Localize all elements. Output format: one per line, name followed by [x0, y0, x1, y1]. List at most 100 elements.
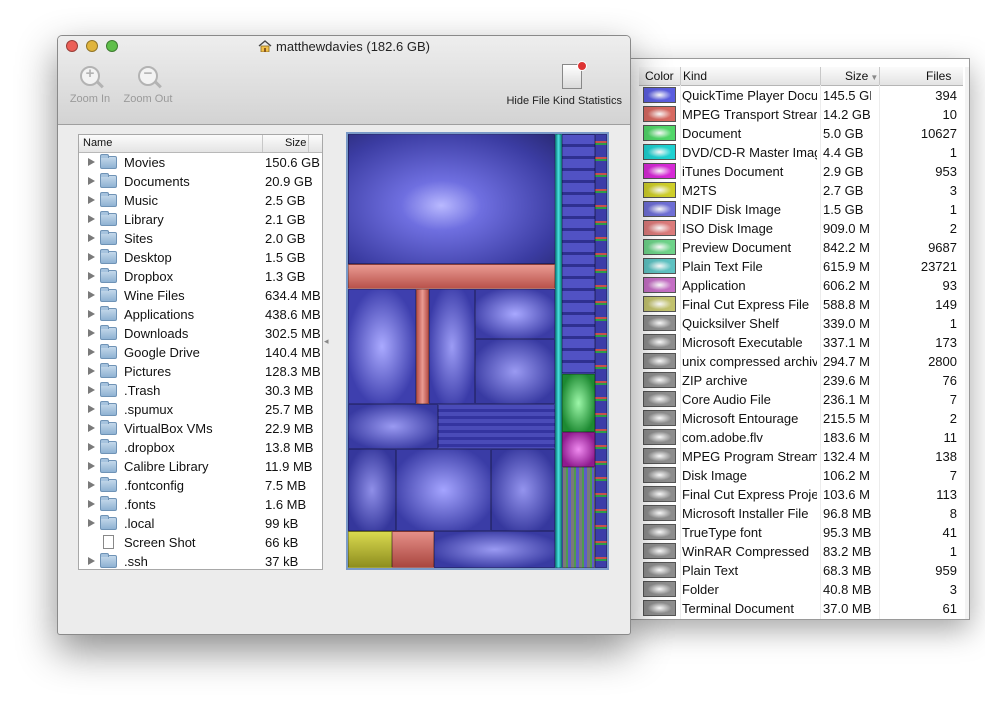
- treemap-cell[interactable]: [555, 134, 562, 568]
- file-row[interactable]: VirtualBox VMs 22.9 MB: [79, 419, 322, 438]
- stats-col-color[interactable]: Color: [645, 69, 674, 83]
- file-kind-row[interactable]: QuickTime Player Document 145.5 GB 394: [639, 86, 963, 105]
- file-row[interactable]: .Trash 30.3 MB: [79, 381, 322, 400]
- file-kind-row[interactable]: TrueType font 95.3 MB 41: [639, 523, 963, 542]
- disclosure-triangle-icon[interactable]: [88, 215, 95, 223]
- file-kind-row[interactable]: Final Cut Express Project 103.6 MB 113: [639, 485, 963, 504]
- disclosure-triangle-icon[interactable]: [88, 177, 95, 185]
- zoom-in-button[interactable]: + Zoom In: [66, 65, 114, 105]
- disclosure-triangle-icon[interactable]: [88, 424, 95, 432]
- file-row[interactable]: Music 2.5 GB: [79, 191, 322, 210]
- disclosure-triangle-icon[interactable]: [88, 291, 95, 299]
- file-kind-row[interactable]: Terminal Document 37.0 MB 61: [639, 599, 963, 618]
- treemap-cell[interactable]: [562, 374, 595, 432]
- disclosure-triangle-icon[interactable]: [88, 386, 95, 394]
- file-row[interactable]: Library 2.1 GB: [79, 210, 322, 229]
- file-kind-row[interactable]: WinRAR Compressed 83.2 MB 1: [639, 542, 963, 561]
- file-kind-row[interactable]: Microsoft Entourage 215.5 MB 2: [639, 409, 963, 428]
- file-row[interactable]: .spumux 25.7 MB: [79, 400, 322, 419]
- disclosure-triangle-icon[interactable]: [88, 557, 95, 565]
- file-col-name[interactable]: Name: [83, 137, 112, 149]
- file-kind-row[interactable]: ISO Disk Image 909.0 MB 2: [639, 219, 963, 238]
- file-row[interactable]: Google Drive 140.4 MB: [79, 343, 322, 362]
- file-row[interactable]: .ssh 37 kB: [79, 552, 322, 569]
- treemap-cell[interactable]: [348, 531, 392, 568]
- disclosure-triangle-icon[interactable]: [88, 348, 95, 356]
- file-kind-row[interactable]: ZIP archive 239.6 MB 76: [639, 371, 963, 390]
- file-kind-row[interactable]: M2TS 2.7 GB 3: [639, 181, 963, 200]
- treemap-cell[interactable]: [491, 449, 555, 531]
- file-row[interactable]: Dropbox 1.3 GB: [79, 267, 322, 286]
- treemap-cell[interactable]: [348, 134, 555, 264]
- disclosure-triangle-icon[interactable]: [88, 158, 95, 166]
- treemap-cell[interactable]: [429, 289, 475, 404]
- file-row[interactable]: Sites 2.0 GB: [79, 229, 322, 248]
- file-kind-row[interactable]: Microsoft Installer File 96.8 MB 8: [639, 504, 963, 523]
- file-kind-row[interactable]: NDIF Disk Image 1.5 GB 1: [639, 200, 963, 219]
- file-kind-row[interactable]: Quicksilver Shelf 339.0 MB 1: [639, 314, 963, 333]
- file-row[interactable]: Calibre Library 11.9 MB: [79, 457, 322, 476]
- treemap-cell[interactable]: [595, 134, 607, 568]
- disclosure-triangle-icon[interactable]: [88, 481, 95, 489]
- treemap-cell[interactable]: [348, 404, 438, 449]
- treemap-cell[interactable]: [416, 289, 429, 404]
- file-row[interactable]: Pictures 128.3 MB: [79, 362, 322, 381]
- file-row[interactable]: Downloads 302.5 MB: [79, 324, 322, 343]
- file-kind-row[interactable]: Folder 40.8 MB 3: [639, 580, 963, 599]
- file-row[interactable]: .local 99 kB: [79, 514, 322, 533]
- treemap-cell[interactable]: [396, 449, 491, 531]
- disclosure-triangle-icon[interactable]: [88, 196, 95, 204]
- file-kind-row[interactable]: Document 5.0 GB 10627: [639, 124, 963, 143]
- file-kind-row[interactable]: Plain Text 68.3 MB 959: [639, 561, 963, 580]
- file-row[interactable]: Wine Files 634.4 MB: [79, 286, 322, 305]
- split-view-divider[interactable]: ◂: [324, 336, 330, 348]
- file-kind-row[interactable]: Core Audio File 236.1 MB 7: [639, 390, 963, 409]
- treemap-cell[interactable]: [348, 264, 555, 289]
- stats-scrollbar[interactable]: [965, 67, 969, 619]
- disclosure-triangle-icon[interactable]: [88, 234, 95, 242]
- file-kind-row[interactable]: Microsoft Executable 337.1 MB 173: [639, 333, 963, 352]
- file-row[interactable]: Screen Shot 66 kB: [79, 533, 322, 552]
- zoom-out-button[interactable]: − Zoom Out: [118, 65, 178, 105]
- treemap-cell[interactable]: [562, 467, 595, 568]
- file-row[interactable]: Applications 438.6 MB: [79, 305, 322, 324]
- file-row[interactable]: .dropbox 13.8 MB: [79, 438, 322, 457]
- disclosure-triangle-icon[interactable]: [88, 405, 95, 413]
- hide-file-kind-statistics-button[interactable]: Hide File Kind Statistics: [506, 61, 622, 107]
- file-kind-row[interactable]: Final Cut Express File 588.8 MB 149: [639, 295, 963, 314]
- file-kind-row[interactable]: unix compressed archive 294.7 MB 2800: [639, 352, 963, 371]
- disclosure-triangle-icon[interactable]: [88, 519, 95, 527]
- treemap-cell[interactable]: [475, 339, 555, 404]
- disclosure-triangle-icon[interactable]: [88, 253, 95, 261]
- file-row[interactable]: Desktop 1.5 GB: [79, 248, 322, 267]
- stats-col-size[interactable]: Size ▼: [845, 69, 878, 83]
- file-kind-row[interactable]: Preview Document 842.2 MB 9687: [639, 238, 963, 257]
- treemap-cell[interactable]: [562, 134, 595, 374]
- file-kind-row[interactable]: MPEG Transport Stream 14.2 GB 10: [639, 105, 963, 124]
- file-col-size[interactable]: Size: [285, 137, 306, 149]
- disclosure-triangle-icon[interactable]: [88, 272, 95, 280]
- stats-col-kind[interactable]: Kind: [683, 69, 707, 83]
- treemap-cell[interactable]: [438, 404, 555, 449]
- treemap-cell[interactable]: [475, 289, 555, 339]
- file-kind-row[interactable]: iTunes Document 2.9 GB 953: [639, 162, 963, 181]
- disclosure-triangle-icon[interactable]: [88, 462, 95, 470]
- file-kind-row[interactable]: Disk Image 106.2 MB 7: [639, 466, 963, 485]
- disclosure-triangle-icon[interactable]: [88, 310, 95, 318]
- file-kind-row[interactable]: com.adobe.flv 183.6 MB 11: [639, 428, 963, 447]
- stats-col-files[interactable]: Files: [926, 69, 951, 83]
- treemap-cell[interactable]: [348, 449, 396, 531]
- disclosure-triangle-icon[interactable]: [88, 367, 95, 375]
- treemap-cell[interactable]: [348, 289, 416, 404]
- file-row[interactable]: Movies 150.6 GB: [79, 153, 322, 172]
- file-kind-row[interactable]: DVD/CD-R Master Image 4.4 GB 1: [639, 143, 963, 162]
- disclosure-triangle-icon[interactable]: [88, 443, 95, 451]
- treemap-cell[interactable]: [434, 531, 555, 568]
- file-kind-row[interactable]: Plain Text File 615.9 MB 23721: [639, 257, 963, 276]
- disclosure-triangle-icon[interactable]: [88, 500, 95, 508]
- file-kind-row[interactable]: MPEG Program Stream 132.4 MB 138: [639, 447, 963, 466]
- file-row[interactable]: Documents 20.9 GB: [79, 172, 322, 191]
- treemap-cell[interactable]: [562, 432, 595, 467]
- treemap-cell[interactable]: [392, 531, 434, 568]
- file-row[interactable]: .fontconfig 7.5 MB: [79, 476, 322, 495]
